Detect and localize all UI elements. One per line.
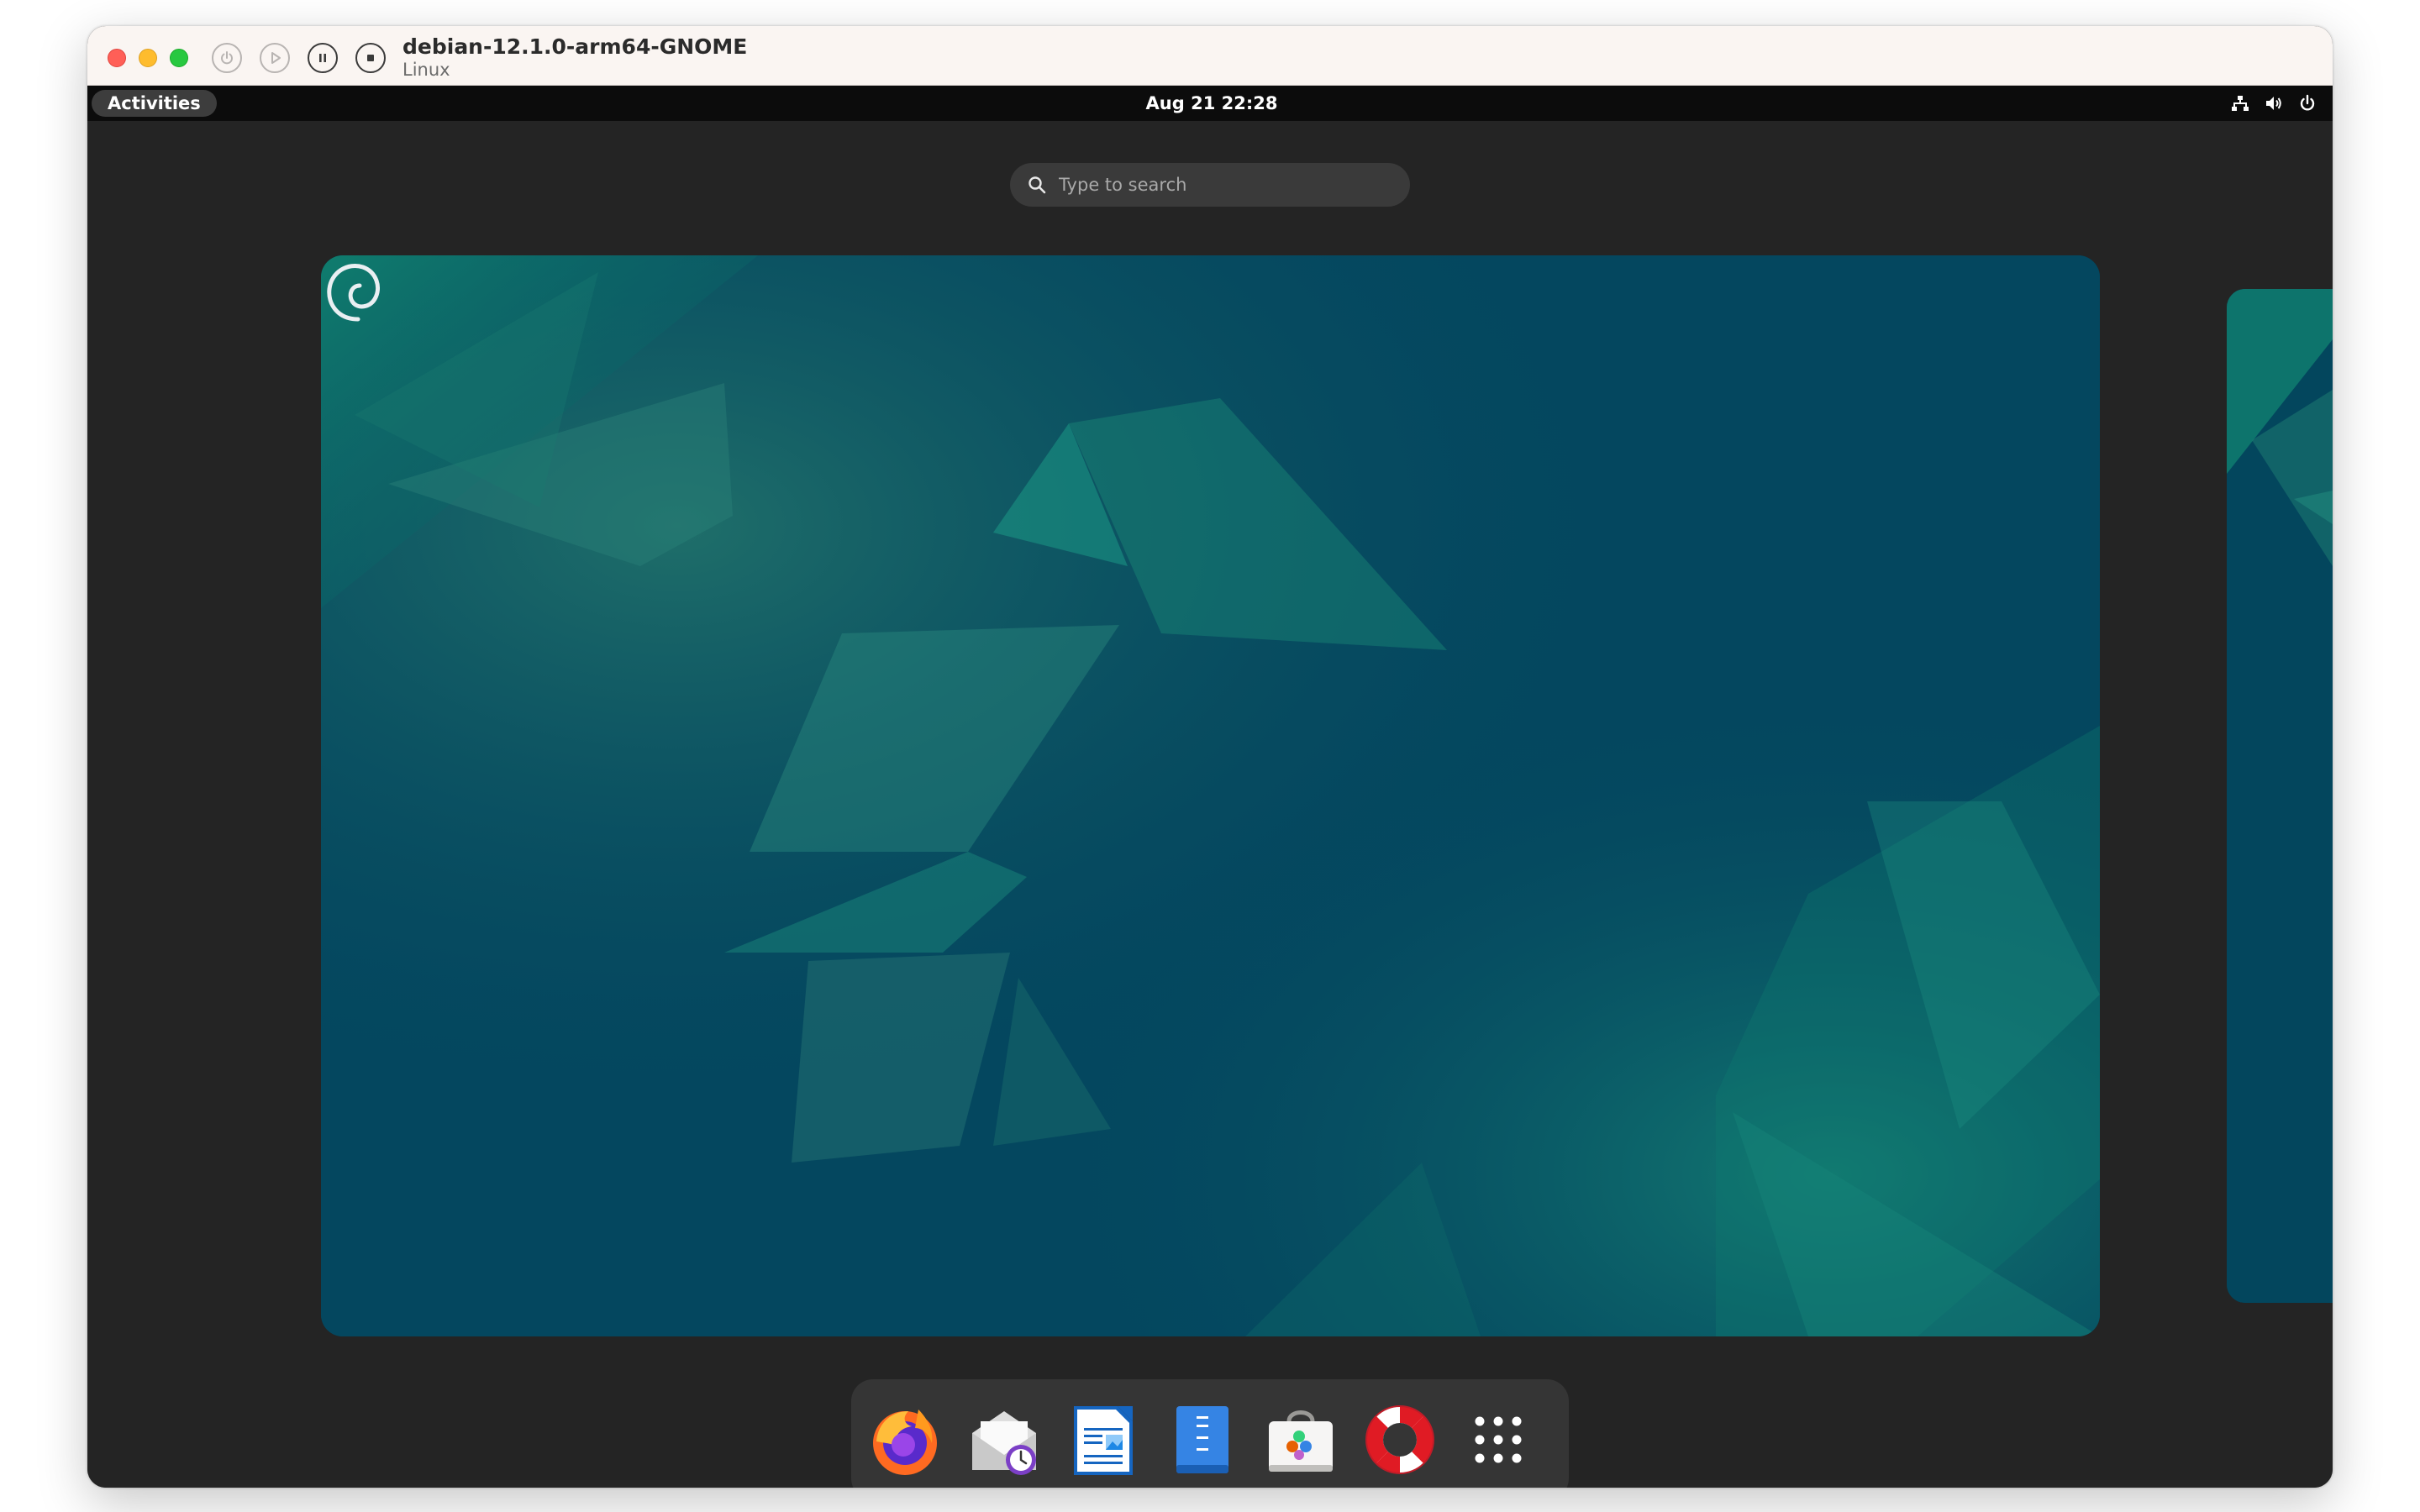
evolution-launcher[interactable] (965, 1401, 1043, 1478)
software-store-icon (1269, 1410, 1333, 1472)
network-icon[interactable] (2230, 93, 2250, 113)
zoom-window-button[interactable] (170, 49, 188, 67)
firefox-icon (873, 1410, 937, 1475)
clock[interactable]: Aug 21 22:28 (1096, 86, 1328, 121)
file-roller-icon (1176, 1406, 1228, 1473)
power-icon[interactable] (2297, 93, 2317, 113)
search-box[interactable] (1010, 163, 1410, 207)
power-icon (221, 51, 233, 65)
next-workspace-thumbnail[interactable] (2227, 289, 2333, 1303)
system-tray[interactable] (2230, 93, 2317, 113)
vm-titlebar: debian-12.1.0-arm64-GNOME Linux (87, 26, 2333, 86)
debian-wallpaper-peek (2227, 289, 2333, 1303)
help-lifebuoy-icon (1365, 1405, 1434, 1474)
play-icon (271, 52, 281, 64)
search-input[interactable] (1059, 163, 1395, 207)
libreoffice-writer-icon (1074, 1406, 1133, 1475)
stop-icon (367, 55, 374, 61)
vm-pause-button[interactable] (308, 43, 338, 73)
writer-launcher[interactable] (1064, 1401, 1141, 1478)
vm-stop-button[interactable] (355, 43, 386, 73)
evolution-mail-icon (972, 1411, 1036, 1475)
show-apps-button[interactable] (1460, 1401, 1537, 1478)
vm-title: debian-12.1.0-arm64-GNOME (402, 34, 748, 59)
vm-window: debian-12.1.0-arm64-GNOME Linux Activiti… (87, 26, 2333, 1488)
firefox-launcher[interactable] (866, 1401, 944, 1478)
debian-swirl-logo (327, 264, 380, 322)
search-icon (1028, 176, 1046, 194)
workspace-thumbnail[interactable] (321, 255, 2100, 1336)
vm-subtitle: Linux (402, 60, 450, 80)
volume-icon[interactable] (2264, 93, 2284, 113)
show-apps-grid-icon (1475, 1416, 1522, 1463)
activities-button[interactable]: Activities (92, 90, 217, 117)
minimize-window-button[interactable] (139, 49, 157, 67)
debian-wallpaper (321, 255, 2100, 1336)
pause-icon (319, 54, 326, 62)
guest-screen: Activities Aug 21 22:28 (87, 86, 2333, 1488)
vm-play-button[interactable] (260, 43, 290, 73)
software-launcher[interactable] (1262, 1401, 1339, 1478)
vm-power-button[interactable] (212, 43, 242, 73)
dash (851, 1379, 1569, 1488)
help-launcher[interactable] (1361, 1401, 1439, 1478)
close-window-button[interactable] (108, 49, 126, 67)
file-roller-launcher[interactable] (1164, 1401, 1241, 1478)
gnome-top-bar: Activities Aug 21 22:28 (87, 86, 2333, 121)
